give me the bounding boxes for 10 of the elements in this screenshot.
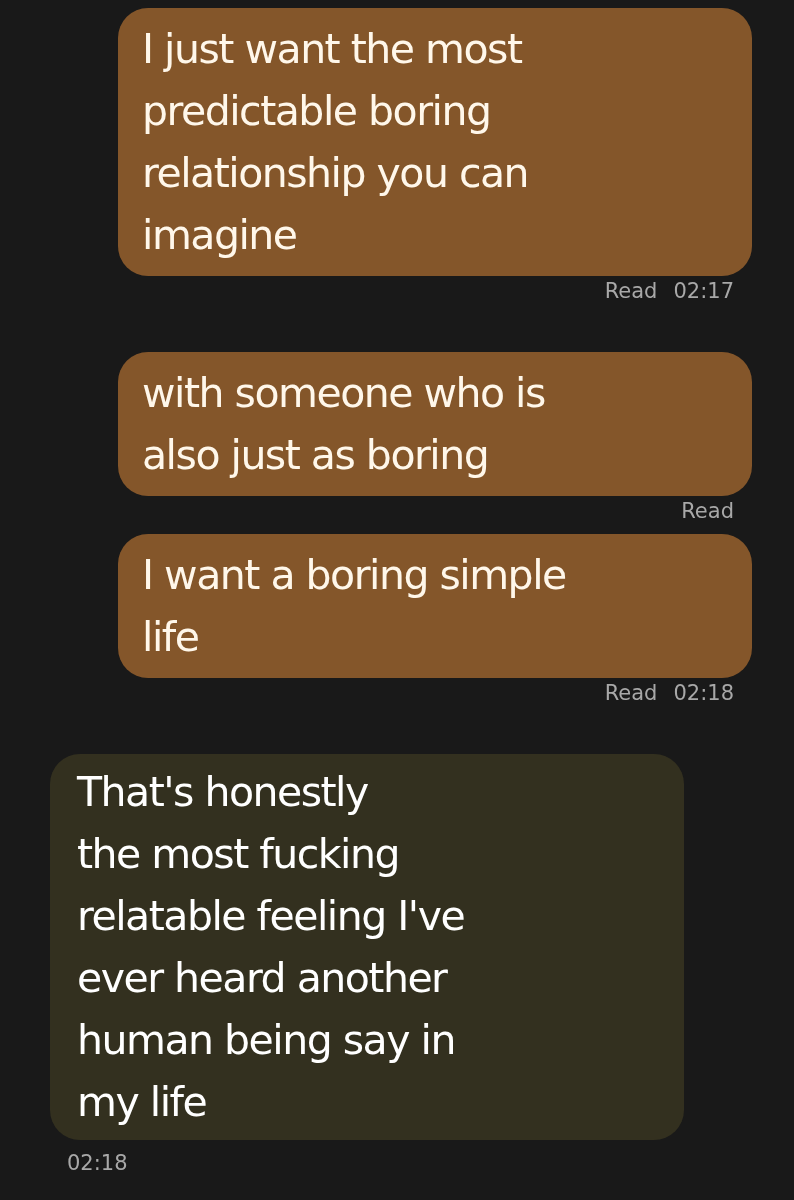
message-time: 02:17 [673,279,734,303]
message-text: with someone who is also just as boring [142,368,546,481]
message-time: 02:18 [67,1151,128,1175]
message-text: That's honestly the most fucking relatable feeling I've ever heard another human being say in my life [77,767,466,1128]
read-receipt: Read [604,681,658,705]
message-time: 02:18 [673,681,734,705]
message-text: I want a boring simple life [142,550,567,663]
message-text: I just want the most predictable boring relationship you can imagine [142,24,530,261]
read-receipt: Read [681,499,734,523]
read-receipt: Read [604,279,658,303]
